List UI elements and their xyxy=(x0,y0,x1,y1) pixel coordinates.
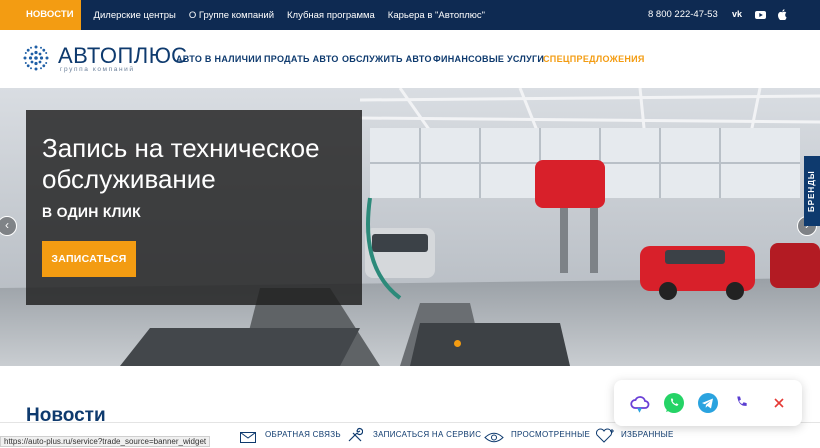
top-link-about-group[interactable]: О Группе компаний xyxy=(189,10,274,21)
telegram-icon[interactable] xyxy=(697,392,719,414)
logo-subtitle: группа компаний xyxy=(60,66,135,73)
nav-special-offers[interactable]: СПЕЦПРЕДЛОЖЕНИЯ xyxy=(543,54,645,64)
logo-icon[interactable] xyxy=(22,44,50,72)
hero-banner[interactable]: Запись на техническое обслуживание В ОДИ… xyxy=(0,88,820,366)
close-icon[interactable] xyxy=(768,392,790,414)
feedback-link[interactable]: ОБРАТНАЯ СВЯЗЬ xyxy=(265,430,341,439)
nav-financial-services[interactable]: ФИНАНСОВЫЕ УСЛУГИ xyxy=(433,54,544,64)
nav-sell-car[interactable]: ПРОДАТЬ АВТО xyxy=(264,54,339,64)
brands-tab[interactable]: БРЕНДЫ xyxy=(804,156,820,226)
cloud-chat-icon[interactable] xyxy=(629,392,651,414)
book-service-button[interactable]: ЗАПИСАТЬСЯ xyxy=(42,241,136,277)
book-service-link[interactable]: ЗАПИСАТЬСЯ НА СЕРВИС xyxy=(373,430,481,439)
eye-icon xyxy=(484,430,504,448)
vk-icon[interactable]: vk xyxy=(732,9,742,19)
viewed-link[interactable]: ПРОСМОТРЕННЫЕ xyxy=(511,430,590,439)
apple-icon[interactable] xyxy=(778,9,788,22)
wrench-icon xyxy=(347,427,364,448)
heart-icon xyxy=(595,428,615,448)
nav-cars-in-stock[interactable]: АВТО В НАЛИЧИИ xyxy=(176,54,262,64)
phone-icon[interactable] xyxy=(732,392,754,414)
phone-number[interactable]: 8 800 222-47-53 xyxy=(648,9,718,20)
top-news-link[interactable]: НОВОСТИ xyxy=(0,0,81,30)
slide-indicator-dot[interactable] xyxy=(454,340,461,347)
vk-icon-text: vk xyxy=(732,9,743,19)
top-link-career[interactable]: Карьера в "Автоплюс" xyxy=(388,10,485,21)
top-link-club-program[interactable]: Клубная программа xyxy=(287,10,375,21)
nav-service-car[interactable]: ОБСЛУЖИТЬ АВТО xyxy=(342,54,432,64)
status-bar-url: https://auto-plus.ru/service?trade_sourc… xyxy=(0,436,211,447)
youtube-icon[interactable] xyxy=(755,11,766,21)
envelope-icon xyxy=(240,430,256,448)
top-bar: НОВОСТИ Дилерские центры О Группе компан… xyxy=(0,0,820,30)
main-header: АВТОПЛЮС группа компаний АВТО В НАЛИЧИИ … xyxy=(0,30,820,88)
hero-title: Запись на техническое обслуживание xyxy=(42,133,320,194)
top-link-dealer-centers[interactable]: Дилерские центры xyxy=(94,10,176,21)
contact-widget xyxy=(614,380,802,426)
whatsapp-icon[interactable] xyxy=(663,392,685,414)
hero-subtitle: В ОДИН КЛИК xyxy=(42,204,142,220)
favorites-link[interactable]: ИЗБРАННЫЕ xyxy=(621,430,674,439)
